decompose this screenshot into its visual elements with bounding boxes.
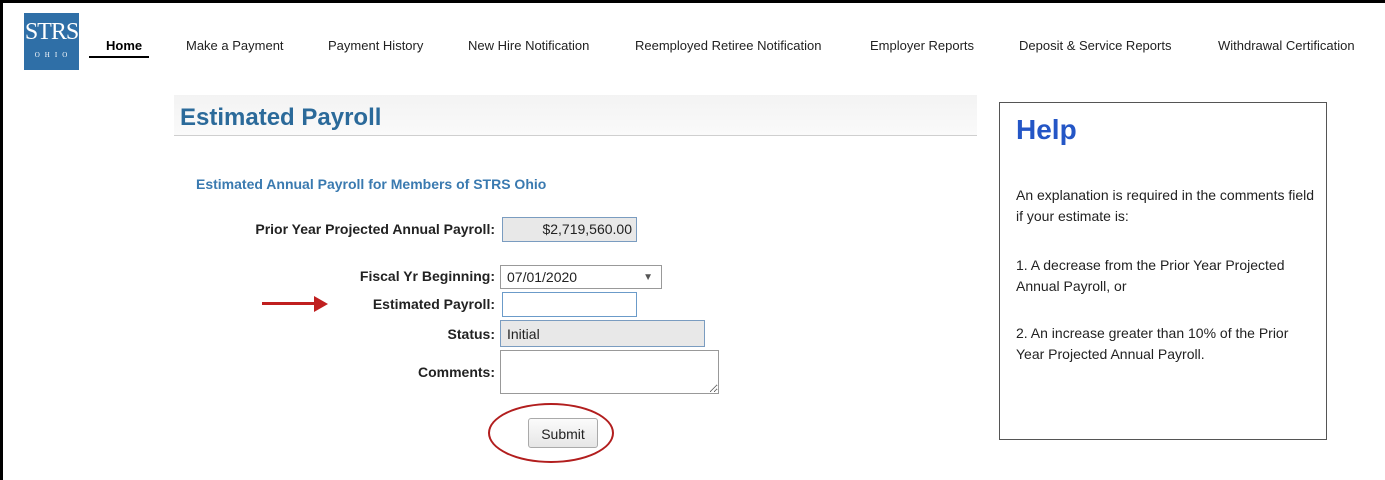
logo-subtext: OHIO (34, 51, 73, 59)
annotation-arrow-shaft (262, 302, 318, 305)
estimated-payroll-label: Estimated Payroll: (372, 296, 495, 312)
section-subtitle: Estimated Annual Payroll for Members of … (196, 176, 547, 192)
fiscal-year-value: 07/01/2020 (507, 269, 578, 285)
page-title: Estimated Payroll (180, 104, 382, 131)
comments-textarea[interactable] (500, 350, 719, 394)
help-title: Help (1016, 114, 1077, 145)
prior-year-value: $2,719,560.00 (502, 217, 637, 242)
nav-withdrawal-certification[interactable]: Withdrawal Certification (1218, 38, 1355, 53)
prior-year-label: Prior Year Projected Annual Payroll: (255, 221, 495, 237)
strs-ohio-logo[interactable]: STRS OHIO (24, 13, 79, 70)
help-item-2: 2. An increase greater than 10% of the P… (1016, 325, 1289, 362)
submit-button[interactable]: Submit (528, 418, 598, 448)
nav-active-underline (89, 56, 149, 58)
estimated-payroll-input[interactable] (502, 292, 637, 317)
status-value: Initial (500, 320, 705, 347)
fiscal-year-select[interactable]: 07/01/2020 ▼ (500, 265, 662, 289)
nav-deposit-service-reports[interactable]: Deposit & Service Reports (1019, 38, 1171, 53)
status-label: Status: (447, 326, 495, 342)
fiscal-year-label: Fiscal Yr Beginning: (359, 268, 495, 284)
logo-text: STRS (24, 19, 79, 45)
comments-label: Comments: (417, 364, 495, 380)
nav-new-hire-notification[interactable]: New Hire Notification (468, 38, 589, 53)
nav-employer-reports[interactable]: Employer Reports (870, 38, 974, 53)
nav-payment-history[interactable]: Payment History (328, 38, 423, 53)
help-item-1: 1. A decrease from the Prior Year Projec… (1016, 257, 1285, 294)
nav-reemployed-retiree-notification[interactable]: Reemployed Retiree Notification (635, 38, 821, 53)
nav-make-a-payment[interactable]: Make a Payment (186, 38, 284, 53)
help-panel: Help An explanation is required in the c… (999, 102, 1327, 440)
help-intro: An explanation is required in the commen… (1016, 187, 1315, 224)
nav-home[interactable]: Home (106, 38, 142, 53)
chevron-down-icon: ▼ (643, 272, 653, 283)
arrow-right-icon (314, 296, 328, 312)
